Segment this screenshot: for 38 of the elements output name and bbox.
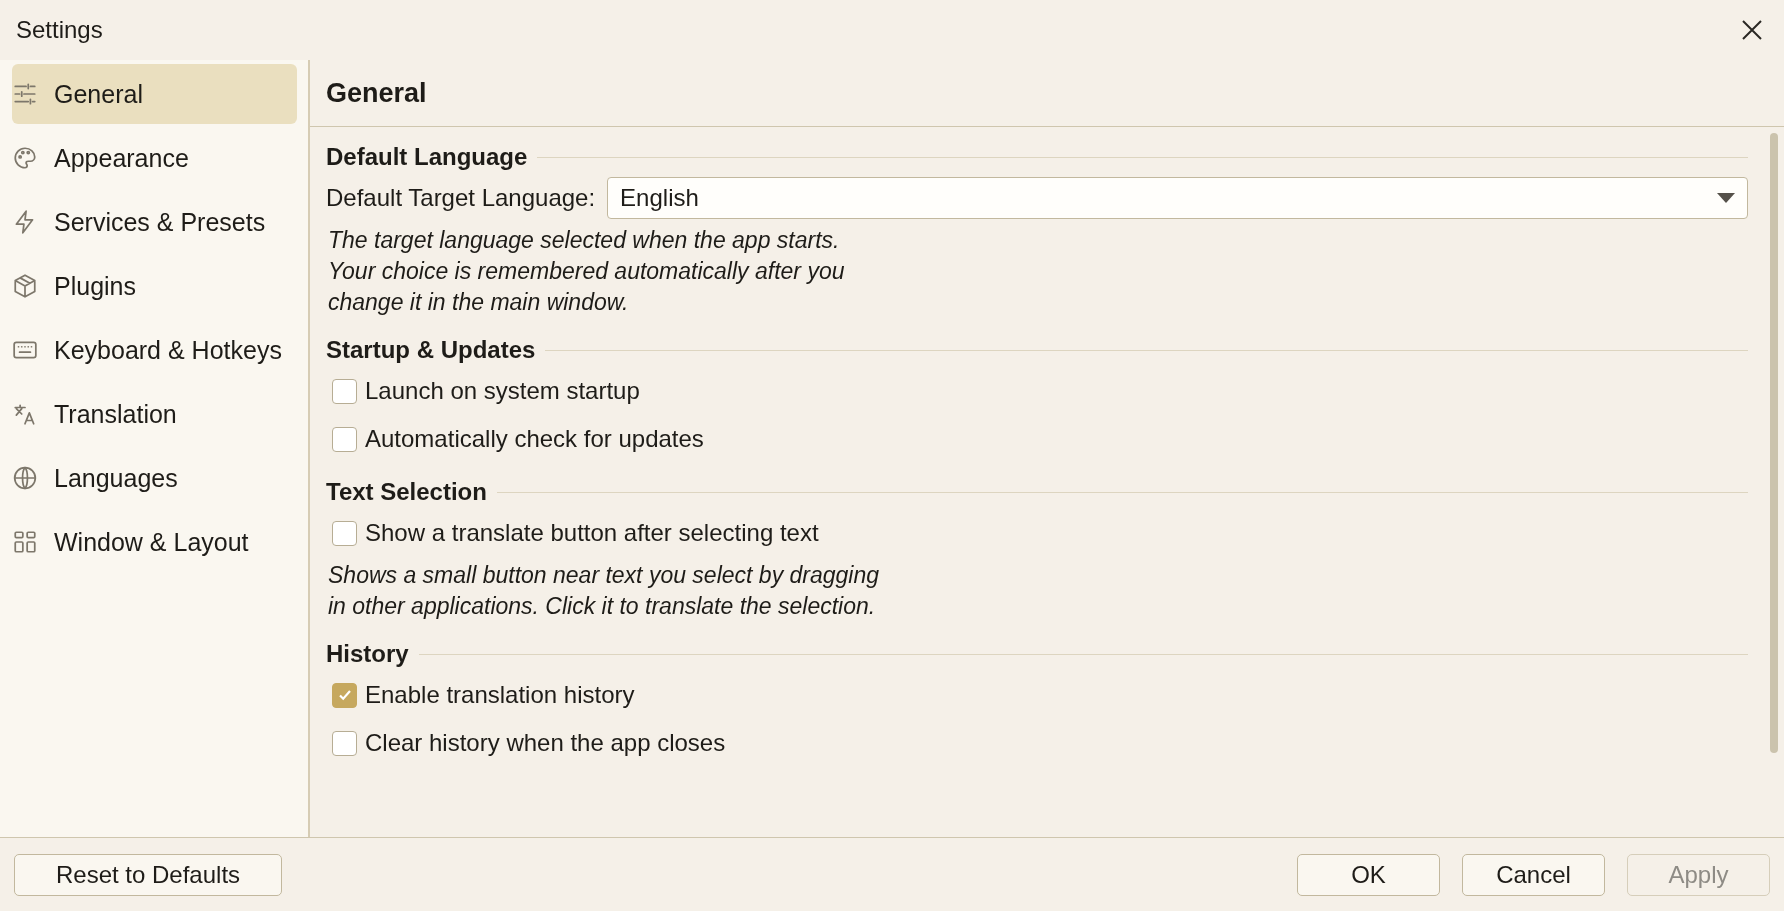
checkbox[interactable] bbox=[332, 426, 357, 452]
checkbox-label: Enable translation history bbox=[365, 681, 635, 709]
cube-icon bbox=[12, 273, 38, 299]
checkbox-label: Show a translate button after selecting text bbox=[365, 519, 819, 547]
checkbox-label: Clear history when the app closes bbox=[365, 729, 726, 757]
checkbox-label: Launch on system startup bbox=[365, 377, 640, 405]
globe-icon bbox=[12, 465, 38, 491]
window-title: Settings bbox=[16, 16, 103, 44]
section-heading: History bbox=[326, 640, 409, 668]
checkbox[interactable] bbox=[332, 682, 357, 708]
checkbox-label: Automatically check for updates bbox=[365, 425, 704, 453]
scrollbar-thumb[interactable] bbox=[1770, 133, 1778, 753]
checkbox[interactable] bbox=[332, 520, 357, 546]
sidebar-item[interactable]: Keyboard & Hotkeys bbox=[12, 320, 297, 380]
sidebar-item[interactable]: Plugins bbox=[12, 256, 297, 316]
checkbox[interactable] bbox=[332, 378, 357, 404]
sidebar-item[interactable]: Appearance bbox=[12, 128, 297, 188]
sidebar-item[interactable]: Window & Layout bbox=[12, 512, 297, 572]
dropdown-arrow-icon bbox=[1717, 193, 1735, 203]
reset-button[interactable]: Reset to Defaults bbox=[14, 853, 282, 896]
section-heading: Startup & Updates bbox=[326, 336, 536, 364]
description-text: Shows a small button near text you select by dragging in other applications. Click it to translate the selection. bbox=[327, 561, 881, 621]
checkbox[interactable] bbox=[332, 730, 357, 756]
field-label: Default Target Language: bbox=[326, 184, 596, 212]
grid-layout-icon bbox=[12, 529, 38, 555]
sliders-icon bbox=[12, 81, 38, 107]
language-dropdown[interactable]: English bbox=[607, 177, 1748, 219]
sidebar-item[interactable]: Services & Presets bbox=[12, 192, 297, 252]
palette-icon bbox=[12, 145, 38, 171]
description-text: The target language selected when the app starts. Your choice is remembered automatically after you change it in the main window. bbox=[327, 226, 846, 317]
dialog-button[interactable]: Cancel bbox=[1462, 853, 1605, 896]
sidebar-item[interactable]: General bbox=[12, 64, 297, 124]
sidebar-item[interactable]: Languages bbox=[12, 448, 297, 508]
sidebar-item[interactable]: Translation bbox=[12, 384, 297, 444]
section-heading: Default Language bbox=[326, 143, 528, 171]
page-title: General bbox=[310, 60, 1784, 127]
section-heading: Text Selection bbox=[326, 478, 487, 506]
dialog-button[interactable]: OK bbox=[1297, 853, 1440, 896]
